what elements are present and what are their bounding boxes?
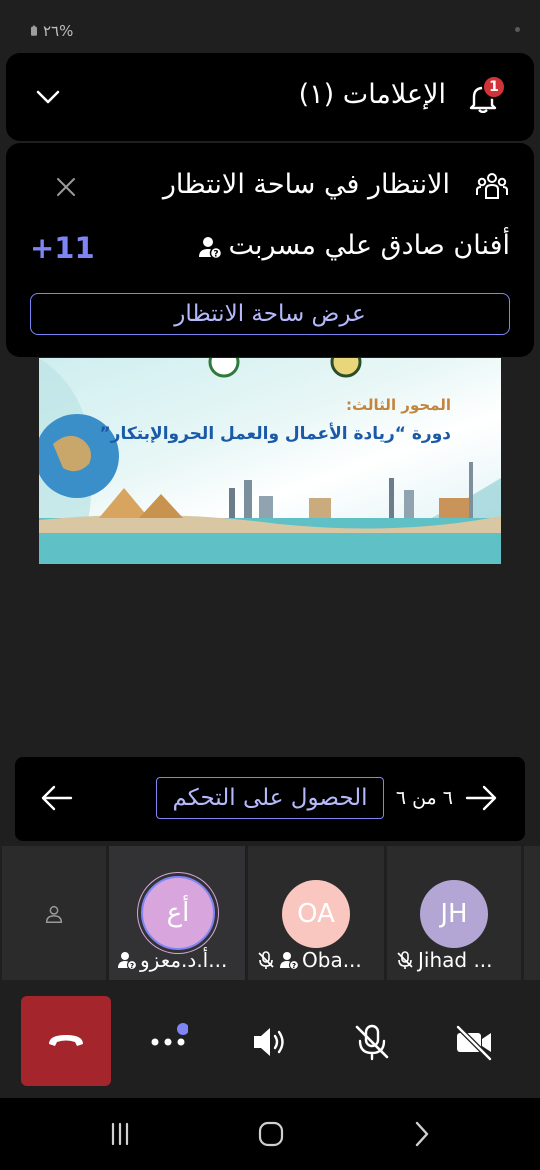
lobby-title: الانتظار في ساحة الانتظار bbox=[162, 169, 450, 200]
view-lobby-button[interactable]: عرض ساحة الانتظار bbox=[30, 293, 510, 335]
system-nav-bar bbox=[0, 1098, 540, 1170]
arrow-right-icon[interactable] bbox=[463, 783, 499, 813]
avatar: JH bbox=[420, 880, 488, 948]
hang-up-button[interactable] bbox=[21, 996, 111, 1086]
shared-content: المحور الثالث: دورة “ريادة الأعمال والعم… bbox=[39, 358, 501, 564]
participant-name: أ.د.معزو... bbox=[140, 948, 228, 972]
phone-hangup-icon bbox=[49, 1035, 83, 1046]
lobby-notification-card: الانتظار في ساحة الانتظار أفنان صادق علي… bbox=[6, 143, 534, 357]
speaker-button[interactable] bbox=[250, 1022, 290, 1062]
battery-text: ٢٦% bbox=[43, 22, 74, 40]
mic-off-icon bbox=[397, 951, 413, 969]
avatar: OA bbox=[282, 880, 350, 948]
participant-name-row: ? أ.د.معزو... bbox=[117, 948, 227, 972]
lobby-person-name: أفنان صادق علي مسربت bbox=[228, 230, 510, 261]
svg-text:?: ? bbox=[292, 962, 296, 970]
home-icon[interactable] bbox=[256, 1120, 286, 1148]
participant-tile[interactable]: أع ? أ.د.معزو... bbox=[109, 846, 245, 980]
participant-name: Oba... bbox=[302, 948, 362, 972]
participant-name-row: Jihad ... bbox=[395, 948, 493, 972]
person-unknown-icon: ? bbox=[118, 952, 137, 970]
recent-apps-icon[interactable] bbox=[105, 1120, 135, 1148]
participant-tile[interactable]: JH Jihad ... bbox=[387, 846, 521, 980]
more-options-button[interactable] bbox=[148, 1022, 189, 1062]
mute-button[interactable] bbox=[352, 1022, 392, 1062]
close-icon[interactable] bbox=[54, 175, 78, 199]
speaker-icon bbox=[254, 1028, 284, 1056]
battery-icon bbox=[31, 25, 37, 36]
camera-off-icon bbox=[455, 1024, 493, 1062]
participant-tile-partial[interactable] bbox=[524, 846, 540, 980]
page-counter: ٦ من ٦ bbox=[395, 787, 453, 809]
slide-title: دورة “ريادة الأعمال والعمل الحروالإبتكار… bbox=[99, 424, 452, 444]
participant-name-row: ? Oba... bbox=[256, 948, 362, 972]
svg-text:?: ? bbox=[213, 250, 218, 260]
participant-name: Jihad ... bbox=[418, 948, 493, 972]
call-controls bbox=[0, 984, 540, 1098]
mic-off-icon bbox=[355, 1024, 389, 1061]
notifications-title: الإعلامات (١) bbox=[298, 79, 446, 110]
camera-button[interactable] bbox=[454, 1022, 494, 1062]
slide-subtitle: المحور الثالث: bbox=[346, 396, 451, 414]
status-dot bbox=[515, 27, 520, 32]
take-control-button[interactable]: الحصول على التحكم bbox=[156, 777, 384, 819]
notifications-header[interactable]: 1 الإعلامات (١) bbox=[6, 53, 534, 141]
person-unknown-icon: ? bbox=[199, 237, 222, 260]
battery-indicator: ٢٦% bbox=[28, 22, 73, 40]
slide-artwork bbox=[39, 358, 501, 564]
notifications-bell[interactable]: 1 bbox=[466, 75, 506, 114]
participant-tile[interactable]: OA ? Oba... bbox=[248, 846, 384, 980]
person-unknown-icon: ? bbox=[280, 952, 299, 970]
avatar: أع bbox=[141, 876, 215, 950]
people-group-icon bbox=[476, 173, 508, 199]
person-icon bbox=[45, 905, 63, 923]
mic-off-icon bbox=[258, 951, 274, 969]
participant-tile-hidden[interactable] bbox=[2, 846, 106, 980]
more-people-count: +11 bbox=[30, 231, 95, 265]
notification-badge: 1 bbox=[482, 75, 506, 99]
more-icon bbox=[151, 1023, 189, 1046]
back-icon[interactable] bbox=[407, 1120, 437, 1148]
chevron-down-icon[interactable] bbox=[32, 83, 64, 111]
arrow-left-icon[interactable] bbox=[39, 783, 75, 813]
status-bar: ٢٦% bbox=[0, 0, 540, 52]
presentation-control-bar: الحصول على التحكم ٦ من ٦ bbox=[15, 757, 525, 841]
svg-text:?: ? bbox=[130, 962, 134, 970]
